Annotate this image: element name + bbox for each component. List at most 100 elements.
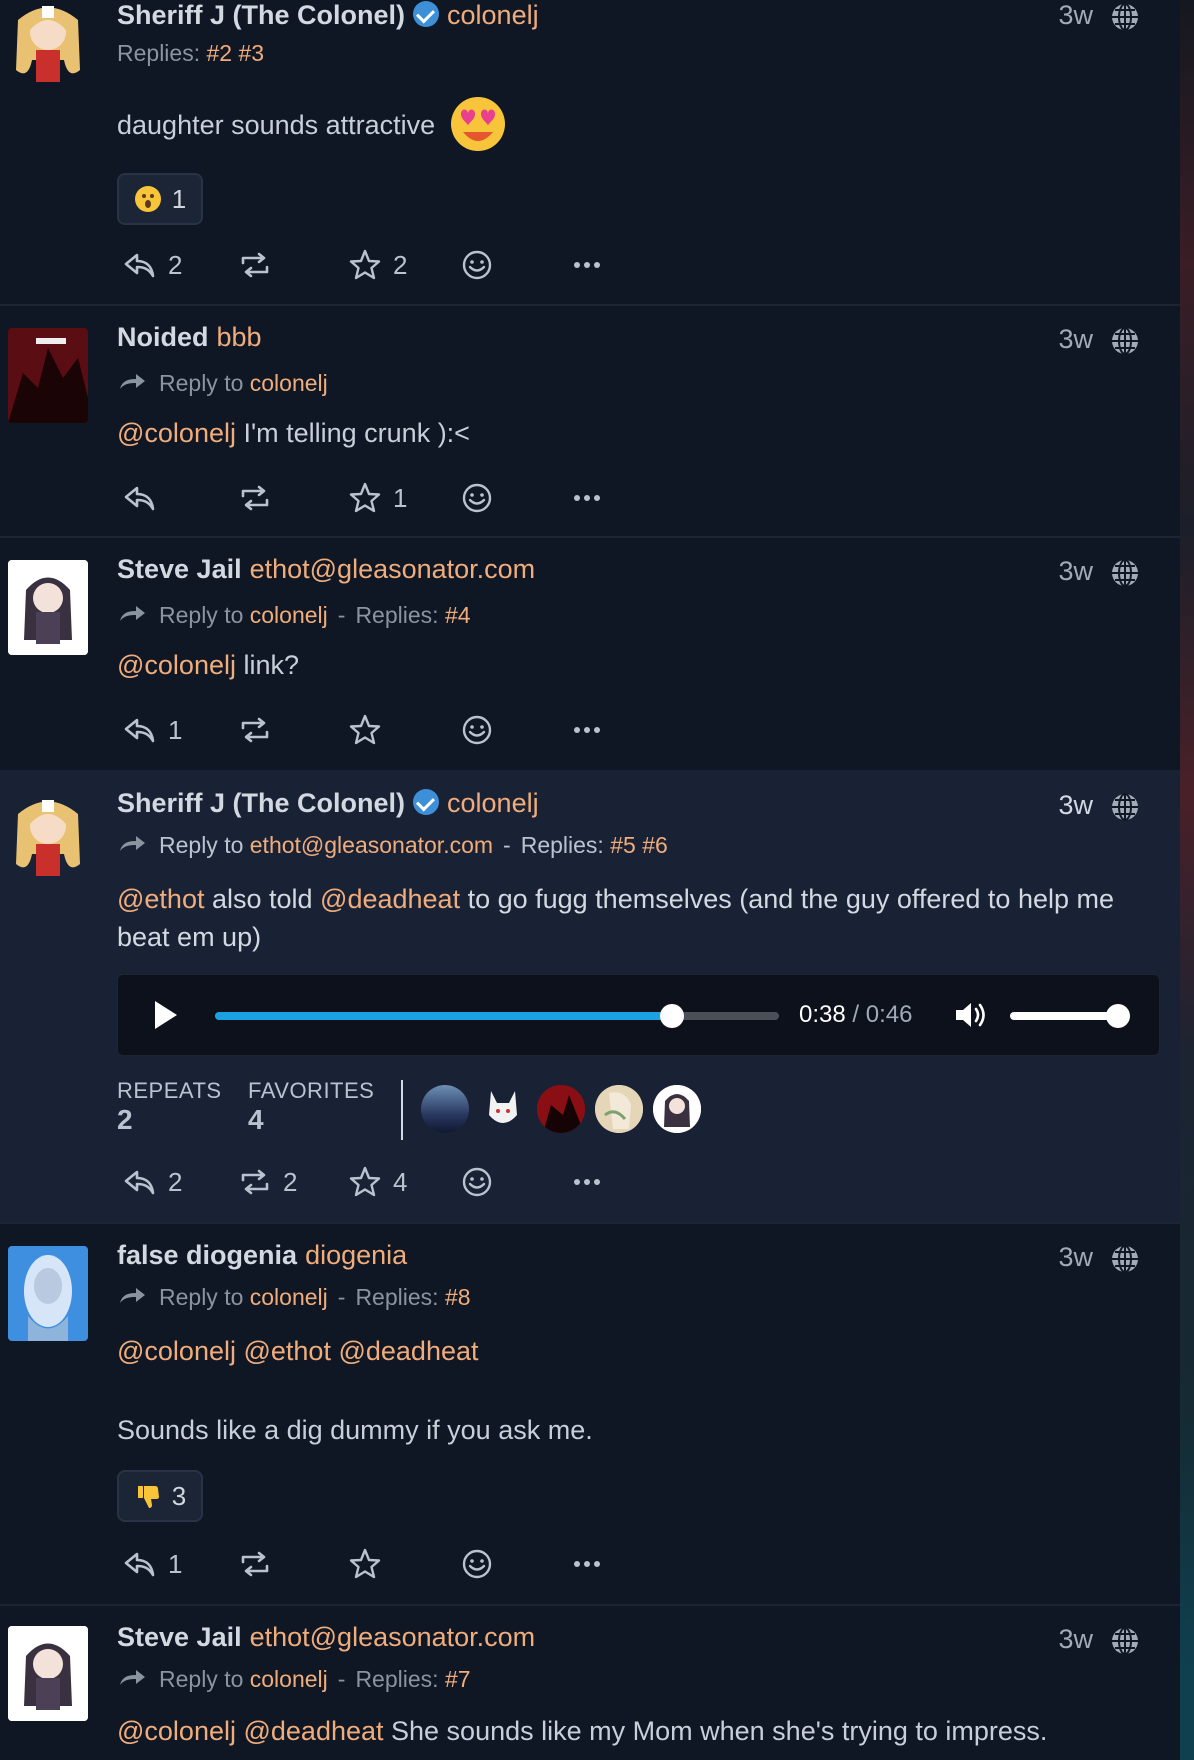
repeats-stat[interactable]: REPEATS 2: [117, 1078, 222, 1136]
volume-slider[interactable]: [1010, 1004, 1130, 1028]
avatar[interactable]: [8, 1246, 88, 1341]
post-text: also told: [204, 884, 321, 914]
favorite-button[interactable]: 4: [347, 1162, 407, 1202]
more-button[interactable]: [569, 710, 605, 750]
username[interactable]: ethot@gleasonator.com: [250, 554, 536, 584]
favorited-by-avatar[interactable]: [653, 1085, 701, 1133]
reply-link[interactable]: #2: [207, 40, 233, 66]
mention-link[interactable]: @colonelj: [117, 418, 236, 448]
reply-link[interactable]: #4: [445, 602, 471, 628]
status-post-focused[interactable]: Sheriff J (The Colonel) colonelj 3w Reply…: [0, 770, 1180, 1224]
emoji-react-button[interactable]: [459, 478, 495, 518]
timestamp[interactable]: 3w: [1058, 0, 1093, 31]
timestamp[interactable]: 3w: [1058, 1242, 1093, 1273]
username[interactable]: colonelj: [447, 0, 539, 30]
timestamp[interactable]: 3w: [1058, 556, 1093, 587]
volume-handle[interactable]: [1106, 1004, 1130, 1028]
display-name[interactable]: Sheriff J (The Colonel): [117, 0, 405, 30]
display-name[interactable]: Sheriff J (The Colonel): [117, 788, 405, 818]
favorite-button[interactable]: 1: [347, 478, 407, 518]
globe-icon[interactable]: [1110, 792, 1140, 822]
display-name[interactable]: Steve Jail: [117, 554, 242, 584]
reply-icon: [122, 1546, 158, 1582]
reply-to-link[interactable]: colonelj: [250, 1666, 328, 1692]
more-button[interactable]: [569, 245, 605, 285]
favorited-by-avatar[interactable]: [537, 1085, 585, 1133]
audio-seek-track[interactable]: [215, 1004, 779, 1028]
reply-to-link[interactable]: colonelj: [250, 602, 328, 628]
globe-icon[interactable]: [1110, 2, 1140, 32]
username[interactable]: colonelj: [447, 788, 539, 818]
reply-link[interactable]: #3: [238, 40, 264, 66]
avatar[interactable]: [8, 328, 88, 423]
username[interactable]: ethot@gleasonator.com: [250, 1622, 536, 1652]
globe-icon[interactable]: [1110, 558, 1140, 588]
more-button[interactable]: [569, 1544, 605, 1584]
display-name[interactable]: false diogenia: [117, 1240, 297, 1270]
globe-icon[interactable]: [1110, 326, 1140, 356]
favorited-by-avatar[interactable]: [421, 1085, 469, 1133]
repeat-button[interactable]: [237, 245, 283, 285]
status-post[interactable]: false diogenia diogenia 3w Reply to colon…: [0, 1222, 1180, 1606]
emoji-react-button[interactable]: [459, 245, 495, 285]
emoji-react-button[interactable]: [459, 1544, 495, 1584]
timestamp[interactable]: 3w: [1058, 324, 1093, 355]
reply-button[interactable]: [122, 478, 168, 518]
repeat-button[interactable]: [237, 478, 283, 518]
timestamp[interactable]: 3w: [1058, 790, 1093, 821]
display-name[interactable]: Steve Jail: [117, 1622, 242, 1652]
avatar[interactable]: [8, 794, 88, 889]
favorited-by-avatar[interactable]: [595, 1085, 643, 1133]
reply-button[interactable]: 1: [122, 710, 182, 750]
more-button[interactable]: [569, 1162, 605, 1202]
audio-seek-handle[interactable]: [659, 1004, 684, 1028]
status-post[interactable]: Steve Jail ethot@gleasonator.com 3w Reply…: [0, 536, 1180, 772]
status-post[interactable]: Steve Jail ethot@gleasonator.com 3w Reply…: [0, 1604, 1180, 1760]
repeat-button[interactable]: [237, 710, 283, 750]
mention-link[interactable]: @deadheat: [320, 884, 460, 914]
status-post[interactable]: Sheriff J (The Colonel) colonelj 3w Repli…: [0, 0, 1180, 306]
reply-to-link[interactable]: colonelj: [250, 370, 328, 396]
reply-link[interactable]: #8: [445, 1284, 471, 1310]
mention-link[interactable]: @deadheat: [243, 1716, 383, 1746]
reply-to-link[interactable]: ethot@gleasonator.com: [250, 832, 493, 858]
avatar[interactable]: [8, 0, 88, 95]
favorite-button[interactable]: [347, 710, 393, 750]
mention-link[interactable]: @ethot: [117, 884, 204, 914]
globe-icon[interactable]: [1110, 1626, 1140, 1656]
timestamp[interactable]: 3w: [1058, 1624, 1093, 1655]
reply-to-link[interactable]: colonelj: [250, 1284, 328, 1310]
favorite-button[interactable]: 2: [347, 245, 407, 285]
reply-link[interactable]: #5: [610, 832, 636, 858]
reply-button[interactable]: 1: [122, 1544, 182, 1584]
favorited-by-avatar[interactable]: [479, 1085, 527, 1133]
repeat-button[interactable]: 2: [237, 1162, 297, 1202]
display-name[interactable]: Noided: [117, 322, 209, 352]
reaction-badge[interactable]: 1: [117, 173, 203, 225]
favorite-button[interactable]: [347, 1544, 393, 1584]
reply-button[interactable]: 2: [122, 1162, 182, 1202]
more-button[interactable]: [569, 478, 605, 518]
mention-link[interactable]: @ethot: [243, 1336, 330, 1366]
reply-button[interactable]: 2: [122, 245, 182, 285]
status-post[interactable]: Noided bbb 3w Reply to colonelj @colonelj…: [0, 304, 1180, 538]
favorites-stat[interactable]: FAVORITES 4: [248, 1078, 374, 1136]
emoji-react-button[interactable]: [459, 710, 495, 750]
username[interactable]: bbb: [217, 322, 262, 352]
reaction-badge[interactable]: 3: [117, 1470, 203, 1522]
avatar[interactable]: [8, 560, 88, 655]
globe-icon[interactable]: [1110, 1244, 1140, 1274]
play-icon[interactable]: [151, 998, 181, 1032]
mention-link[interactable]: @colonelj: [117, 1716, 236, 1746]
emoji-react-button[interactable]: [459, 1162, 495, 1202]
reply-to-label: Reply to: [159, 370, 244, 396]
repeat-button[interactable]: [237, 1544, 283, 1584]
volume-icon[interactable]: [953, 1000, 989, 1030]
reply-link[interactable]: #6: [642, 832, 668, 858]
username[interactable]: diogenia: [305, 1240, 407, 1270]
reply-link[interactable]: #7: [445, 1666, 471, 1692]
mention-link[interactable]: @colonelj: [117, 650, 236, 680]
mention-link[interactable]: @colonelj: [117, 1336, 236, 1366]
mention-link[interactable]: @deadheat: [338, 1336, 478, 1366]
avatar[interactable]: [8, 1626, 88, 1721]
